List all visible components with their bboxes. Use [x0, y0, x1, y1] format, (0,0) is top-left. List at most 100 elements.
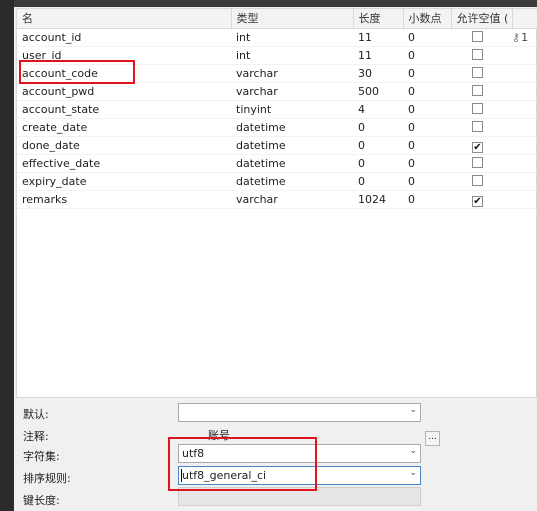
cell-decimals[interactable]: 0: [403, 64, 451, 83]
table-row[interactable]: account_code varchar 30 0: [17, 64, 537, 83]
cell-length[interactable]: 0: [353, 154, 403, 173]
cell-nullable: [451, 100, 512, 119]
comment-label: 注释:: [23, 430, 49, 443]
charset-combo[interactable]: utf8 ⌄: [178, 444, 421, 463]
cell-length[interactable]: 500: [353, 82, 403, 101]
cell-name[interactable]: account_id: [17, 28, 231, 47]
cell-decimals[interactable]: 0: [403, 46, 451, 65]
nullable-checkbox[interactable]: [472, 31, 483, 42]
cell-name[interactable]: account_state: [17, 100, 231, 119]
fields-grid-panel: 名 类型 长度 小数点 允许空值 ( account_id int 11 0 ⚷1 use…: [16, 8, 537, 398]
cell-nullable: [451, 154, 512, 173]
table-row[interactable]: remarks varchar 1024 0 ✔: [17, 190, 537, 209]
cell-type[interactable]: datetime: [231, 154, 353, 173]
cell-name[interactable]: effective_date: [17, 154, 231, 173]
chevron-down-icon[interactable]: ⌄: [409, 468, 417, 478]
cell-name[interactable]: done_date: [17, 136, 231, 155]
nullable-checkbox[interactable]: [472, 157, 483, 168]
cell-type[interactable]: int: [231, 46, 353, 65]
cell-key: [512, 154, 537, 173]
comment-edit-button[interactable]: ...: [425, 431, 440, 446]
comment-value[interactable]: 账号: [208, 427, 230, 443]
cell-name[interactable]: account_code: [17, 64, 231, 83]
cell-key: ⚷1: [512, 28, 537, 47]
cell-nullable: [451, 82, 512, 101]
cell-length[interactable]: 1024: [353, 190, 403, 209]
nullable-checkbox[interactable]: [472, 85, 483, 96]
cell-decimals[interactable]: 0: [403, 136, 451, 155]
table-row[interactable]: effective_date datetime 0 0: [17, 154, 537, 173]
cell-name[interactable]: account_pwd: [17, 82, 231, 101]
key-order: 1: [521, 30, 529, 44]
cell-type[interactable]: tinyint: [231, 100, 353, 119]
cell-decimals[interactable]: 0: [403, 28, 451, 47]
collation-combo[interactable]: utf8_general_ci ⌄: [178, 466, 421, 485]
table-row[interactable]: expiry_date datetime 0 0: [17, 172, 537, 191]
grid-header-row: 名 类型 长度 小数点 允许空值 (: [17, 9, 537, 29]
nullable-checkbox[interactable]: [472, 67, 483, 78]
table-row[interactable]: done_date datetime 0 0 ✔: [17, 136, 537, 155]
collation-label: 排序规则:: [23, 472, 71, 485]
cell-key: [512, 46, 537, 65]
cell-nullable: [451, 46, 512, 65]
default-label: 默认:: [23, 408, 49, 421]
keylength-field: [178, 487, 421, 506]
cell-type[interactable]: int: [231, 28, 353, 47]
cell-decimals[interactable]: 0: [403, 100, 451, 119]
cell-decimals[interactable]: 0: [403, 172, 451, 191]
cell-length[interactable]: 11: [353, 28, 403, 47]
column-header-key[interactable]: [512, 9, 537, 29]
cell-key: [512, 190, 537, 209]
cell-type[interactable]: varchar: [231, 190, 353, 209]
cell-name[interactable]: create_date: [17, 118, 231, 137]
cell-nullable: [451, 64, 512, 83]
nullable-checkbox[interactable]: [472, 103, 483, 114]
checkmark-icon: ✔: [473, 141, 482, 153]
cell-key: [512, 136, 537, 155]
cell-length[interactable]: 0: [353, 118, 403, 137]
cell-length[interactable]: 0: [353, 136, 403, 155]
nullable-checkbox[interactable]: [472, 175, 483, 186]
cell-name[interactable]: user_id: [17, 46, 231, 65]
cell-length[interactable]: 30: [353, 64, 403, 83]
cell-name[interactable]: expiry_date: [17, 172, 231, 191]
cell-length[interactable]: 11: [353, 46, 403, 65]
cell-type[interactable]: varchar: [231, 64, 353, 83]
default-combo[interactable]: ⌄: [178, 403, 421, 422]
nullable-checkbox[interactable]: [472, 121, 483, 132]
table-row[interactable]: account_state tinyint 4 0: [17, 100, 537, 119]
cell-type[interactable]: datetime: [231, 118, 353, 137]
chevron-down-icon[interactable]: ⌄: [409, 405, 417, 415]
cell-decimals[interactable]: 0: [403, 154, 451, 173]
table-row[interactable]: create_date datetime 0 0: [17, 118, 537, 137]
nullable-checkbox[interactable]: [472, 49, 483, 60]
charset-value: utf8: [182, 447, 205, 460]
cell-type[interactable]: datetime: [231, 136, 353, 155]
cell-type[interactable]: varchar: [231, 82, 353, 101]
nullable-checkbox[interactable]: ✔: [472, 195, 483, 207]
table-row[interactable]: account_pwd varchar 500 0: [17, 82, 537, 101]
column-header-name[interactable]: 名: [17, 9, 232, 29]
column-header-type[interactable]: 类型: [231, 9, 354, 29]
cell-nullable: [451, 28, 512, 47]
column-header-decimals[interactable]: 小数点: [403, 9, 452, 29]
cell-name[interactable]: remarks: [17, 190, 231, 209]
table-row[interactable]: user_id int 11 0: [17, 46, 537, 65]
cell-decimals[interactable]: 0: [403, 190, 451, 209]
cell-key: [512, 172, 537, 191]
cell-decimals[interactable]: 0: [403, 82, 451, 101]
cell-length[interactable]: 0: [353, 172, 403, 191]
left-dark-edge: [0, 0, 14, 511]
table-row[interactable]: account_id int 11 0 ⚷1: [17, 28, 537, 47]
cell-type[interactable]: datetime: [231, 172, 353, 191]
column-header-length[interactable]: 长度: [353, 9, 404, 29]
cell-length[interactable]: 4: [353, 100, 403, 119]
chevron-down-icon[interactable]: ⌄: [409, 446, 417, 456]
column-header-nullable[interactable]: 允许空值 (: [451, 9, 513, 29]
cell-decimals[interactable]: 0: [403, 118, 451, 137]
collation-value: utf8_general_ci: [182, 469, 267, 482]
cell-key: [512, 118, 537, 137]
cell-key: [512, 100, 537, 119]
nullable-checkbox[interactable]: ✔: [472, 141, 483, 153]
checkmark-icon: ✔: [473, 195, 482, 207]
